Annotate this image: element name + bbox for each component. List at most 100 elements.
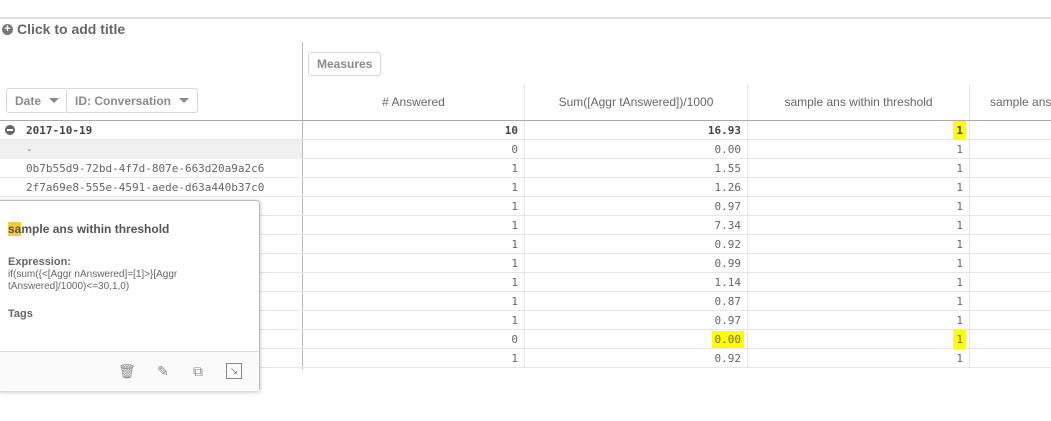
cell-divider — [748, 292, 970, 311]
popup-title-rest: mple ans within threshold — [21, 222, 170, 236]
measures-button[interactable]: Measures — [308, 52, 382, 76]
cell-sum: 1.26 — [714, 181, 742, 194]
cell-divider — [748, 235, 970, 254]
cell-within: 1 — [953, 121, 966, 140]
cell-sum: 16.93 — [707, 124, 741, 137]
header-label: # Answered — [382, 95, 445, 109]
table-row[interactable]: - 0 0.00 1 — [0, 140, 1051, 159]
cell-divider — [302, 311, 525, 330]
cell-within: 1 — [956, 352, 963, 365]
cell-answered: 1 — [511, 352, 518, 365]
cell-sum: 0.92 — [714, 352, 742, 365]
cell-divider — [748, 121, 970, 140]
cell-sum: 0.97 — [714, 200, 742, 213]
cell-answered: 0 — [511, 143, 518, 156]
cell-within: 1 — [953, 330, 966, 349]
cell-answered: 1 — [511, 181, 518, 194]
cell-sum: 1.55 — [714, 162, 742, 175]
cell-divider — [302, 273, 525, 292]
cell-divider — [748, 330, 970, 349]
cell-answered: 1 — [511, 314, 518, 327]
cell-within: 1 — [956, 162, 963, 175]
cell-within: 1 — [956, 295, 963, 308]
column-header-within[interactable]: sample ans within threshold — [748, 84, 970, 120]
cell-within: 1 — [956, 219, 963, 232]
cell-answered: 10 — [504, 124, 518, 137]
cell-divider — [302, 349, 525, 368]
collapse-icon[interactable] — [5, 125, 15, 135]
cell-sum: 0.99 — [714, 257, 742, 270]
cell-within: 1 — [956, 143, 963, 156]
popup-title: sample ans within threshold — [8, 222, 169, 236]
cell-sum: 0.92 — [714, 238, 742, 251]
cell-answered: 1 — [511, 276, 518, 289]
cell-divider — [748, 311, 970, 330]
header-label: sample ans within threshold — [784, 95, 933, 109]
edit-icon[interactable]: ✎ — [155, 363, 171, 379]
table-row[interactable]: 2f7a69e8-555e-4591-aede-d63a440b37c0 1 1.2… — [0, 178, 1051, 197]
row-label: 2017-10-19 — [26, 124, 93, 137]
cell-answered: 1 — [511, 295, 518, 308]
cell-sum: 1.14 — [714, 276, 742, 289]
row-label: 0b7b55d9-72bd-4f7d-807e-663d20a9a2c6 — [26, 162, 265, 175]
dimension-label: ID: Conversation — [75, 93, 172, 108]
cell-sum: 7.34 — [714, 219, 742, 232]
column-header-sum[interactable]: Sum([Aggr tAnswered])/1000 — [525, 84, 748, 120]
cell-answered: 1 — [511, 238, 518, 251]
chevron-down-icon — [49, 98, 60, 103]
cell-divider — [302, 216, 525, 235]
cell-within: 1 — [956, 257, 963, 270]
row-label: 2f7a69e8-555e-4591-aede-d63a440b37c0 — [26, 181, 265, 194]
dimension-label: Date — [15, 93, 42, 108]
cell-divider — [302, 235, 525, 254]
table-total-row[interactable]: 2017-10-19 10 16.93 1 — [0, 121, 1051, 140]
chevron-down-icon — [179, 98, 190, 103]
plus-circle-icon: + — [2, 23, 13, 35]
cell-divider — [302, 159, 525, 178]
cell-divider — [302, 140, 525, 159]
cell-divider — [748, 159, 970, 178]
expression-label: Expression: — [8, 256, 71, 268]
column-header-answ[interactable]: sample answ — [970, 84, 1051, 120]
cell-sum: 0.00 — [711, 331, 744, 348]
cell-within: 1 — [956, 238, 963, 251]
cell-answered: 0 — [511, 333, 518, 346]
replace-icon[interactable]: ↘ — [226, 363, 242, 379]
cell-divider — [302, 197, 525, 216]
cell-divider — [748, 254, 970, 273]
cell-divider — [302, 121, 525, 140]
duplicate-icon[interactable]: ⧉ — [190, 363, 206, 379]
cell-sum: 0.00 — [714, 143, 742, 156]
column-header-answered[interactable]: # Answered — [303, 84, 525, 120]
cell-divider — [302, 292, 525, 311]
cell-sum: 0.97 — [714, 314, 742, 327]
top-divider — [0, 17, 1051, 19]
cell-divider — [302, 254, 525, 273]
row-hover-bg — [0, 140, 302, 159]
cell-sum: 0.87 — [714, 295, 742, 308]
expression-text: if(sum({<[Aggr nAnswered]=[1]>}[Aggr tAn… — [8, 269, 178, 292]
dimension-conversation-button[interactable]: ID: Conversation — [66, 88, 199, 113]
header-label: Sum([Aggr tAnswered])/1000 — [558, 95, 714, 109]
cell-divider — [748, 178, 970, 197]
popup-footer: 🗑 ✎ ⧉ ↘ — [0, 351, 259, 391]
cell-divider — [748, 273, 970, 292]
cell-answered: 1 — [511, 200, 518, 213]
cell-answered: 1 — [511, 219, 518, 232]
trash-icon[interactable]: 🗑 — [118, 363, 136, 379]
header-label: sample answ — [990, 95, 1051, 109]
cell-within: 1 — [956, 314, 963, 327]
cell-divider — [748, 349, 970, 368]
cell-answered: 1 — [511, 257, 518, 270]
cell-divider — [748, 140, 970, 159]
cell-divider — [302, 178, 525, 197]
cell-within: 1 — [956, 181, 963, 194]
cell-answered: 1 — [511, 162, 518, 175]
dimension-date-button[interactable]: Date — [6, 88, 69, 113]
table-row[interactable]: 0b7b55d9-72bd-4f7d-807e-663d20a9a2c6 1 1.5… — [0, 159, 1051, 178]
chart-title[interactable]: + Click to add title — [2, 21, 125, 37]
title-text: Click to add title — [17, 21, 126, 37]
tags-label: Tags — [8, 308, 33, 320]
measures-label: Measures — [317, 57, 373, 71]
search-highlight: sa — [8, 222, 22, 236]
